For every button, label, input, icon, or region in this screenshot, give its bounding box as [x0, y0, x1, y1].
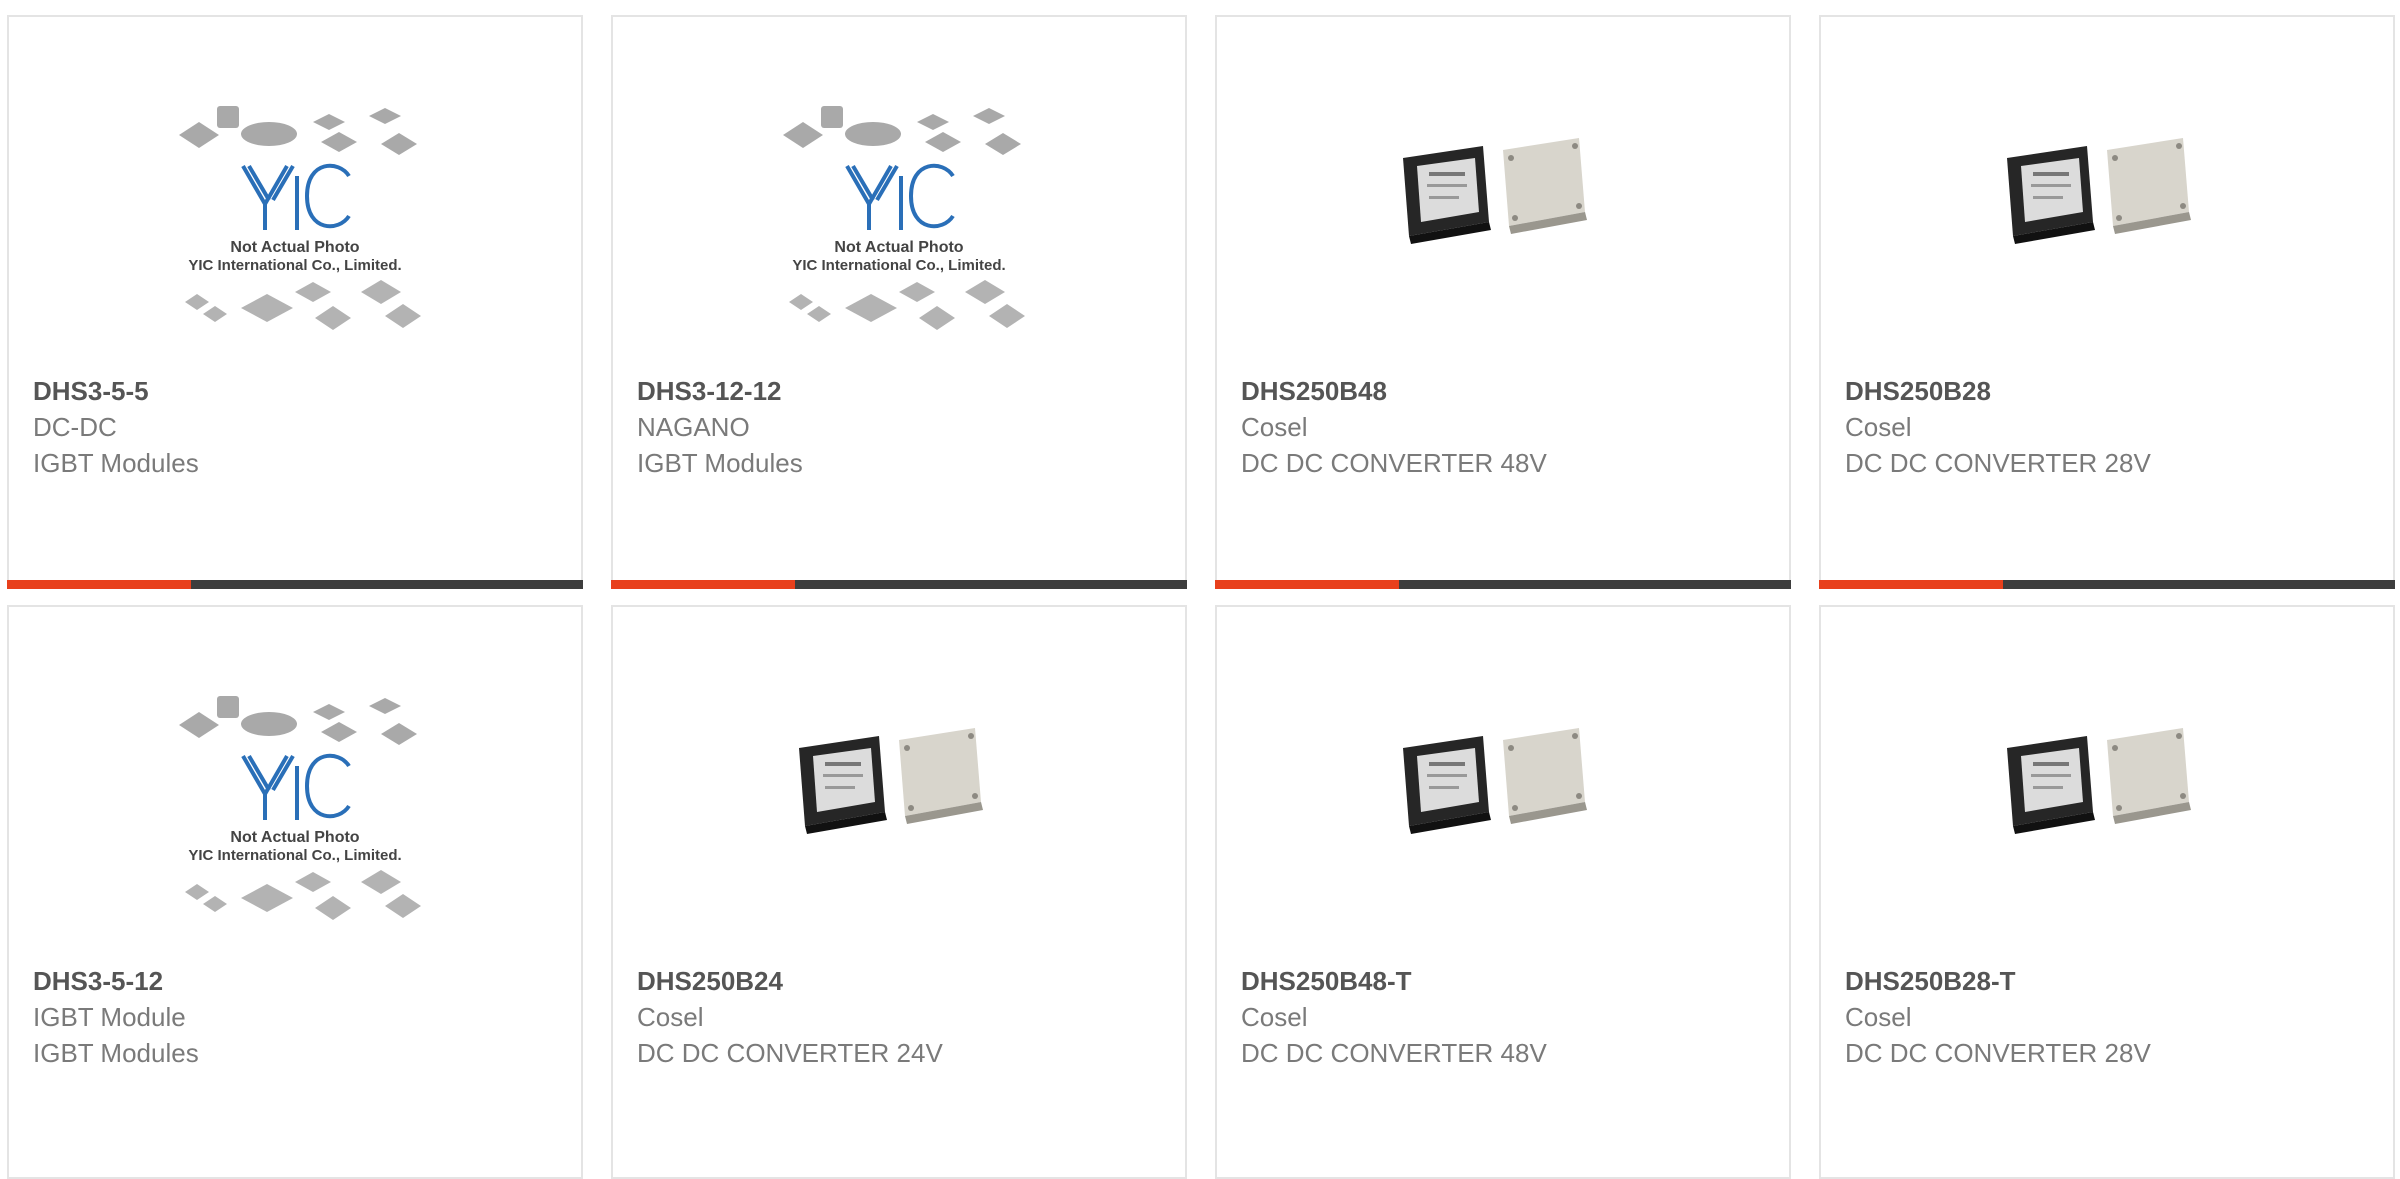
part-number-link[interactable]: DHS250B48 [1241, 373, 1769, 409]
card-accent-bar [7, 580, 191, 589]
card-bottom-bar [611, 580, 1187, 589]
product-card[interactable]: DHS250B28-T Cosel DC DC CONVERTER 28V [1819, 605, 2395, 1179]
part-number-link[interactable]: DHS250B28 [1845, 373, 2373, 409]
product-card[interactable]: DHS250B48-T Cosel DC DC CONVERTER 48V [1215, 605, 1791, 1179]
card-bottom-bar [1819, 580, 2395, 589]
svg-text:YIC International Co., Limited: YIC International Co., Limited. [792, 257, 1005, 274]
product-image[interactable] [1821, 57, 2393, 362]
dc-converter-modules-image [799, 727, 983, 834]
card-accent-bar [1215, 580, 1399, 589]
description: IGBT Modules [637, 448, 803, 478]
manufacturer: DC-DC [33, 412, 117, 442]
dc-converter-modules-image [2007, 727, 2191, 834]
manufacturer: Cosel [1241, 412, 1308, 442]
manufacturer: Cosel [1845, 1002, 1912, 1032]
product-image[interactable] [613, 647, 1185, 952]
product-card[interactable]: Not Actual Photo YIC International Co., … [7, 605, 583, 1179]
svg-text:Not Actual Photo: Not Actual Photo [834, 239, 963, 256]
dc-converter-modules-image [1403, 727, 1587, 834]
card-bottom-bar [1215, 580, 1791, 589]
yic-placeholder-image: Not Actual Photo YIC International Co., … [783, 105, 1025, 330]
product-image[interactable] [1821, 647, 2393, 952]
product-card[interactable]: DHS250B24 Cosel DC DC CONVERTER 24V [611, 605, 1187, 1179]
yic-placeholder-image: Not Actual Photo YIC International Co., … [179, 695, 421, 920]
manufacturer: Cosel [1845, 412, 1912, 442]
manufacturer: NAGANO [637, 412, 750, 442]
description: DC DC CONVERTER 28V [1845, 1038, 2151, 1068]
yic-placeholder-image: Not Actual Photo YIC International Co., … [179, 105, 421, 330]
description: IGBT Modules [33, 448, 199, 478]
description: IGBT Modules [33, 1038, 199, 1068]
product-image[interactable]: Not Actual Photo YIC International Co., … [9, 647, 581, 952]
part-number-link[interactable]: DHS3-12-12 [637, 373, 1165, 409]
svg-text:Not Actual Photo: Not Actual Photo [230, 239, 359, 256]
part-number-link[interactable]: DHS3-5-5 [33, 373, 561, 409]
product-card[interactable]: Not Actual Photo YIC International Co., … [7, 15, 583, 589]
description: DC DC CONVERTER 24V [637, 1038, 943, 1068]
card-bottom-bar [7, 580, 583, 589]
svg-text:YIC International Co., Limited: YIC International Co., Limited. [188, 257, 401, 274]
product-card[interactable]: DHS250B28 Cosel DC DC CONVERTER 28V [1819, 15, 2395, 589]
product-card[interactable]: Not Actual Photo YIC International Co., … [611, 15, 1187, 589]
svg-text:Not Actual Photo: Not Actual Photo [230, 829, 359, 846]
product-grid: Not Actual Photo YIC International Co., … [0, 0, 2400, 1179]
product-card[interactable]: DHS250B48 Cosel DC DC CONVERTER 48V [1215, 15, 1791, 589]
product-image[interactable]: Not Actual Photo YIC International Co., … [9, 57, 581, 362]
manufacturer: Cosel [1241, 1002, 1308, 1032]
description: DC DC CONVERTER 28V [1845, 448, 2151, 478]
part-number-link[interactable]: DHS3-5-12 [33, 963, 561, 999]
description: DC DC CONVERTER 48V [1241, 448, 1547, 478]
part-number-link[interactable]: DHS250B28-T [1845, 963, 2373, 999]
card-accent-bar [1819, 580, 2003, 589]
dc-converter-modules-image [1403, 137, 1587, 244]
product-image[interactable] [1217, 647, 1789, 952]
dc-converter-modules-image [2007, 137, 2191, 244]
description: DC DC CONVERTER 48V [1241, 1038, 1547, 1068]
product-image[interactable] [1217, 57, 1789, 362]
product-image[interactable]: Not Actual Photo YIC International Co., … [613, 57, 1185, 362]
manufacturer: Cosel [637, 1002, 704, 1032]
part-number-link[interactable]: DHS250B48-T [1241, 963, 1769, 999]
card-accent-bar [611, 580, 795, 589]
manufacturer: IGBT Module [33, 1002, 186, 1032]
part-number-link[interactable]: DHS250B24 [637, 963, 1165, 999]
svg-text:YIC International Co., Limited: YIC International Co., Limited. [188, 847, 401, 864]
